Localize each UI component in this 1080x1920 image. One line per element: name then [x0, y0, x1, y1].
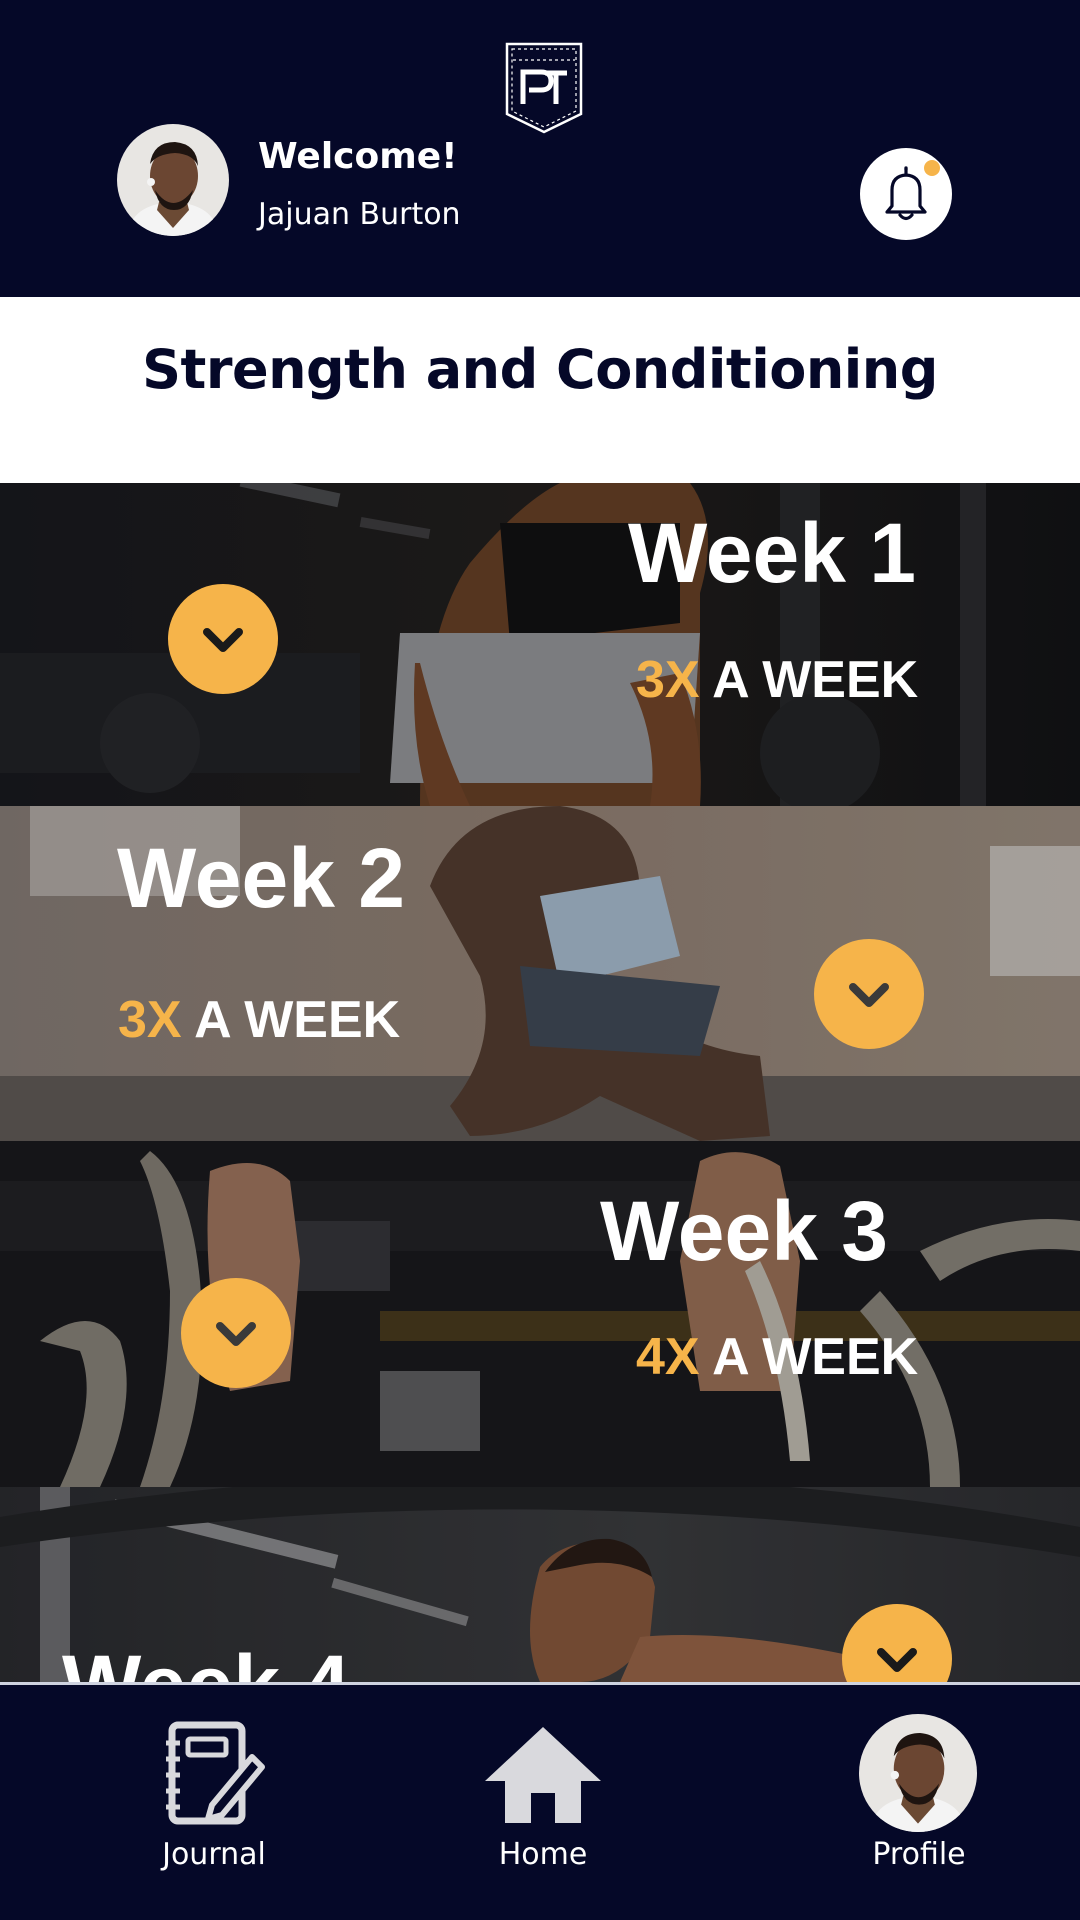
journal-icon — [166, 1721, 265, 1825]
chevron-down-icon — [216, 1322, 256, 1346]
profile-avatar — [859, 1714, 977, 1832]
chevron-down-icon — [849, 983, 889, 1007]
week-3-suffix: A WEEK — [699, 1328, 919, 1386]
week-4-title: Week 4 — [62, 1637, 350, 1682]
nav-journal-label: Journal — [162, 1837, 266, 1872]
week-card-4[interactable]: Week 4 — [0, 1487, 1080, 1682]
home-icon — [485, 1727, 601, 1823]
nav-profile-label: Profile — [872, 1837, 966, 1872]
welcome-heading: Welcome! — [258, 136, 458, 177]
week-2-count: 3X — [118, 991, 182, 1049]
week-3-frequency: 4X A WEEK — [636, 1327, 918, 1387]
notification-badge — [924, 160, 940, 176]
week-card-1[interactable]: Week 1 3X A WEEK — [0, 483, 1080, 806]
notifications-button[interactable] — [860, 148, 952, 240]
nav-home[interactable]: Home — [433, 1685, 653, 1920]
chevron-down-icon — [203, 628, 243, 652]
week-2-title: Week 2 — [117, 831, 405, 925]
user-avatar[interactable] — [117, 124, 229, 236]
week-3-expand-button[interactable] — [181, 1278, 291, 1388]
nav-profile[interactable]: Profile — [809, 1685, 1029, 1920]
app-header: Welcome! Jajuan Burton — [0, 0, 1080, 297]
week-card-2[interactable]: Week 2 3X A WEEK — [0, 806, 1080, 1141]
pt-logo-icon — [505, 42, 583, 134]
nav-journal[interactable]: Journal — [104, 1685, 324, 1920]
bottom-navigation: Journal Home Profile — [0, 1682, 1080, 1920]
chevron-down-icon — [877, 1648, 917, 1672]
user-name: Jajuan Burton — [258, 197, 461, 232]
week-2-expand-button[interactable] — [814, 939, 924, 1049]
bell-icon — [885, 166, 927, 221]
week-1-expand-button[interactable] — [168, 584, 278, 694]
week-3-background-image — [0, 1141, 1080, 1487]
week-1-frequency: 3X A WEEK — [636, 650, 918, 710]
week-1-suffix: A WEEK — [699, 651, 919, 709]
week-1-count: 3X — [636, 651, 700, 709]
week-2-suffix: A WEEK — [181, 991, 401, 1049]
week-1-background-image — [0, 483, 1080, 806]
nav-home-label: Home — [498, 1837, 588, 1872]
week-card-3[interactable]: Week 3 4X A WEEK — [0, 1141, 1080, 1487]
page-title: Strength and Conditioning — [142, 338, 938, 401]
week-3-title: Week 3 — [600, 1184, 888, 1278]
week-1-title: Week 1 — [628, 506, 916, 600]
week-2-frequency: 3X A WEEK — [118, 990, 400, 1050]
week-3-count: 4X — [636, 1328, 700, 1386]
